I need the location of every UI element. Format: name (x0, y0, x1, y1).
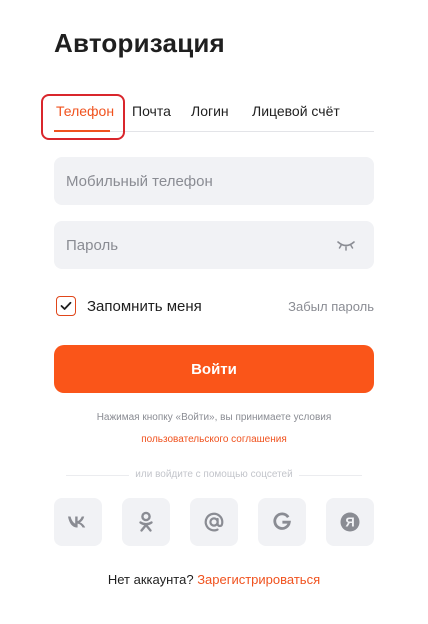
yandex-icon: Я (340, 512, 360, 532)
tab-highlight-annotation (41, 94, 125, 140)
page-title: Авторизация (54, 28, 225, 58)
odnoklassniki-button[interactable] (122, 498, 170, 546)
tab-email[interactable]: Почта (132, 103, 171, 119)
social-divider: или войдите с помощью соцсетей (66, 469, 362, 481)
terms-text: Нажимая кнопку «Войти», вы принимаете ус… (96, 412, 332, 423)
google-button[interactable] (258, 498, 306, 546)
phone-input[interactable] (54, 157, 374, 205)
eye-closed-icon[interactable] (336, 238, 356, 252)
odnoklassniki-icon (139, 511, 153, 532)
login-button[interactable]: Войти (54, 345, 374, 393)
tab-login[interactable]: Логин (191, 103, 229, 119)
yandex-button[interactable]: Я (326, 498, 374, 546)
remember-me[interactable]: Запомнить меня (56, 296, 202, 316)
remember-checkbox[interactable] (56, 296, 76, 316)
checkmark-icon (60, 301, 72, 310)
remember-label: Запомнить меня (87, 297, 202, 315)
social-buttons: Я (54, 498, 374, 546)
mail-button[interactable] (190, 498, 238, 546)
phone-field (54, 157, 374, 205)
divider-text: или войдите с помощью соцсетей (129, 469, 299, 480)
vk-button[interactable] (54, 498, 102, 546)
google-icon (273, 512, 291, 530)
svg-text:Я: Я (345, 515, 354, 530)
signup-text: Нет аккаунта? (107, 572, 194, 587)
forgot-password-link[interactable]: Забыл пароль (288, 299, 374, 314)
vk-icon (68, 516, 86, 528)
terms-line: пользовательского соглашения (0, 434, 428, 445)
signup-link[interactable]: Зарегистрироваться (197, 572, 320, 587)
tab-account-number[interactable]: Лицевой счёт (252, 103, 340, 119)
password-input[interactable] (54, 221, 374, 269)
mail-icon (204, 512, 224, 532)
password-field (54, 221, 374, 269)
terms-link[interactable]: пользовательского соглашения (141, 434, 287, 445)
signup-line: Нет аккаунта? Зарегистрироваться (0, 572, 428, 587)
